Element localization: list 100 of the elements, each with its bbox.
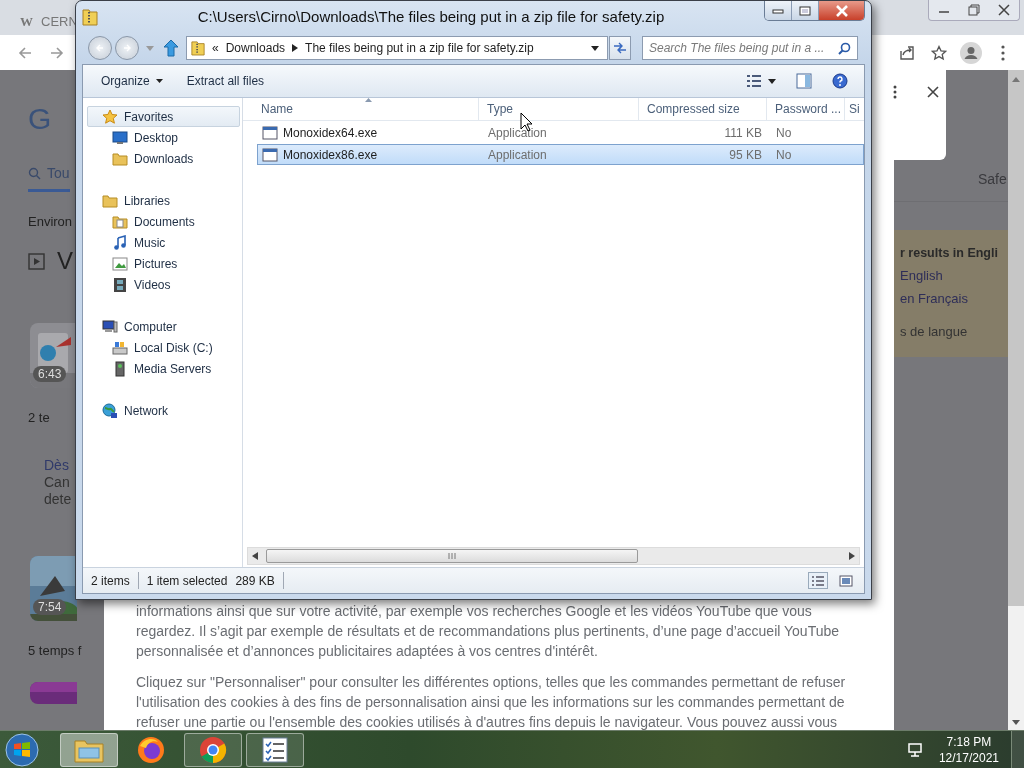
file-name: Monoxidex86.exe (283, 147, 378, 162)
nav-item[interactable]: Downloads (87, 148, 240, 169)
clock[interactable]: 7:18 PM 12/17/2021 (938, 733, 999, 766)
file-row[interactable]: Monoxidex64.exe Application 111 KB No (257, 122, 864, 143)
breadcrumb-arrow-icon[interactable] (292, 44, 299, 52)
details-view-button[interactable] (808, 572, 828, 589)
selection-info: 1 item selected (146, 573, 228, 588)
file-type: Application (487, 125, 548, 140)
maximize-icon (799, 5, 811, 16)
nav-item[interactable]: Libraries (87, 190, 240, 211)
refresh-button[interactable] (609, 36, 631, 60)
start-orb-icon (5, 732, 39, 767)
search-field[interactable]: Search The files being put in a ... (642, 36, 858, 60)
restore-icon (968, 4, 980, 16)
horizontal-scrollbar[interactable] (247, 547, 860, 565)
nav-item[interactable]: Media Servers (87, 358, 240, 379)
clock-time: 7:18 PM (946, 733, 992, 750)
back-arrow-icon (95, 43, 105, 53)
forward-button[interactable] (115, 36, 139, 60)
nav-item[interactable]: Pictures (87, 253, 240, 274)
result-text: Environ (28, 214, 73, 229)
file-row[interactable]: Monoxidex86.exe Application 95 KB No (257, 144, 864, 165)
picture-frame-icon (112, 255, 128, 272)
star-icon (931, 44, 947, 61)
dropdown-caret-icon[interactable] (591, 45, 599, 51)
checklist-icon (261, 736, 289, 763)
avatar-icon (960, 41, 982, 64)
result-text: 5 temps f (28, 643, 82, 658)
back-arrow-icon (17, 44, 33, 61)
search-icon (28, 166, 41, 180)
scroll-up-icon[interactable] (1012, 76, 1020, 82)
network-icon[interactable] (906, 741, 923, 758)
file-type: Application (487, 147, 548, 162)
nav-item[interactable]: Documents (87, 211, 240, 232)
computer-icon (102, 318, 118, 335)
compressed-size: 95 KB (728, 147, 763, 162)
scroll-down-icon[interactable] (1012, 720, 1020, 726)
result-snippet: Can (44, 474, 71, 491)
maximize-button[interactable] (792, 1, 819, 20)
result-snippet: dete (44, 491, 72, 508)
media-server-icon (112, 360, 128, 377)
minimize-button[interactable] (765, 1, 792, 20)
nav-item[interactable]: Local Disk (C:) (87, 337, 240, 358)
folder-icon (102, 192, 118, 209)
forward-arrow-icon (49, 44, 65, 61)
flame-globe-icon (137, 735, 165, 764)
site-favicon: W (20, 13, 33, 30)
up-arrow-icon[interactable] (163, 39, 179, 57)
password-status: No (775, 125, 793, 140)
consent-paragraph: informations ainsi que sur votre activité, par exemple vos recherches Google et les vidéos YouTube que vous regardez. Il s’agit par exemple de résultats et de recommandations plus pertinents, d’une page d’accueil YouTube personnalisée et d’annonces publicitaires adaptées à vos centres d'intérêt. (136, 602, 841, 661)
nav-item[interactable]: Music (87, 232, 240, 253)
scroll-left-icon[interactable] (252, 552, 258, 560)
list-view-icon (746, 74, 762, 88)
help-icon (832, 73, 848, 89)
start-button[interactable] (4, 731, 40, 768)
scrollbar-thumb[interactable] (266, 549, 638, 563)
close-icon (927, 86, 939, 98)
drive-icon (112, 339, 128, 356)
breadcrumb-overflow[interactable]: « (212, 41, 219, 55)
vertical-scrollbar[interactable] (1008, 70, 1024, 730)
breadcrumb[interactable]: The files being put in a zip file for safety.zip (305, 41, 534, 55)
grip-icon (448, 553, 456, 559)
forward-arrow-icon (122, 43, 132, 53)
scroll-right-icon[interactable] (849, 552, 855, 560)
nav-item[interactable]: Favorites (87, 106, 240, 127)
close-icon (998, 4, 1010, 16)
breadcrumb[interactable]: Downloads (225, 41, 286, 55)
organize-button[interactable]: Organize (91, 69, 173, 93)
close-button[interactable] (819, 1, 864, 20)
taskbar-app-button[interactable] (60, 732, 118, 767)
nav-item[interactable]: Network (87, 400, 240, 421)
star-icon (102, 108, 118, 125)
column-header[interactable]: Password ... (767, 98, 845, 120)
password-status: No (775, 147, 793, 162)
column-header[interactable]: Compressed size (639, 98, 767, 120)
share-icon (899, 44, 915, 61)
column-header[interactable]: Si (845, 98, 864, 120)
clock-date: 12/17/2021 (938, 749, 999, 766)
item-count: 2 items (91, 573, 130, 588)
taskbar-app-button[interactable] (184, 732, 242, 767)
minimize-icon (772, 7, 784, 14)
video-duration: 7:54 (33, 599, 67, 615)
application-icon (262, 125, 278, 140)
profile-button[interactable] (958, 39, 984, 66)
search-logo: G (28, 103, 52, 135)
desktop-icon (112, 129, 128, 146)
back-button[interactable] (88, 36, 112, 60)
menu-icon (1001, 44, 1005, 61)
large-icons-view-button[interactable] (836, 572, 856, 589)
address-bar[interactable]: « Downloads The files being put in a zip file for safety.zip (186, 36, 608, 60)
caret-icon (768, 78, 776, 84)
close-button[interactable] (926, 84, 940, 100)
nav-item[interactable]: Videos (87, 274, 240, 295)
file-name: Monoxidex64.exe (283, 125, 378, 140)
thumbnail-view-icon (839, 574, 853, 587)
selection-size: 289 KB (235, 573, 275, 588)
nav-item[interactable]: Desktop (87, 127, 240, 148)
extract-button[interactable]: Extract all files (176, 69, 275, 93)
taskbar-app-button[interactable] (246, 732, 304, 767)
nav-item[interactable]: Computer (87, 316, 240, 337)
